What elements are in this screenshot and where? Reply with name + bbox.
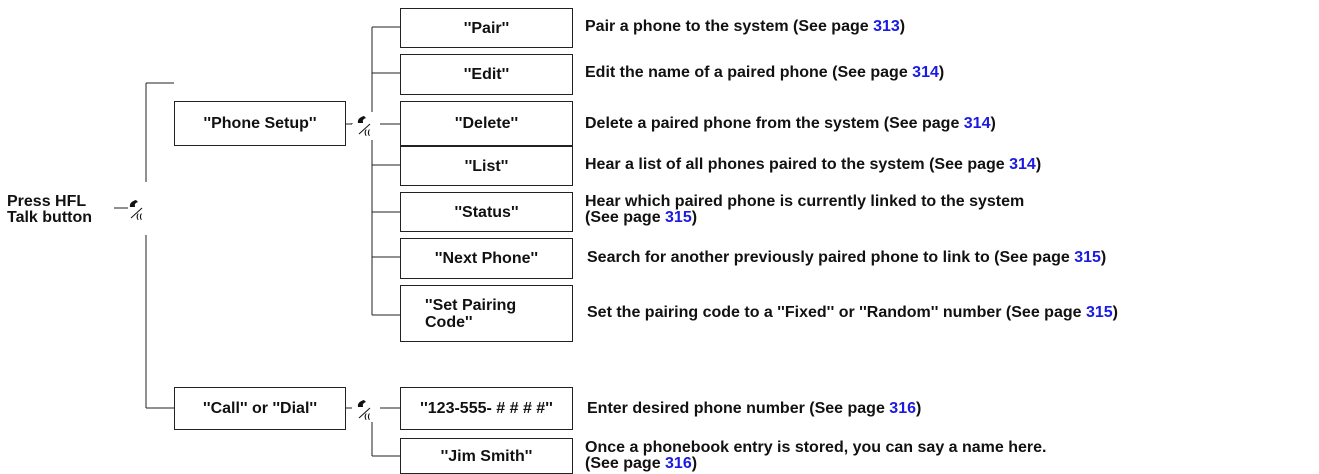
list-description-text: Hear a list of all phones paired to the … (585, 156, 1010, 173)
next-phone-command-label: ''Next Phone'' (434, 250, 539, 267)
name-page-link[interactable]: 316 (665, 455, 692, 472)
root-label: Press HFL Talk button (7, 194, 92, 226)
list-page-link[interactable]: 314 (1009, 156, 1036, 173)
root-label-line2: Talk button (7, 209, 93, 226)
name-description-line1: Once a phonebook entry is stored, you ca… (585, 439, 1047, 456)
phone-setup-label: ''Phone Setup'' (203, 115, 317, 132)
set-pairing-code-description: Set the pairing code to a ''Fixed'' or '… (587, 305, 1118, 321)
number-description-end: ) (916, 400, 922, 417)
list-description: Hear a list of all phones paired to the … (585, 157, 1041, 173)
delete-description-text: Delete a paired phone from the system (S… (585, 115, 964, 132)
edit-command-node: ''Edit'' (400, 54, 573, 95)
name-description: Once a phonebook entry is stored, you ca… (585, 440, 1046, 472)
pair-description-text: Pair a phone to the system (See page (585, 18, 874, 35)
status-description-line1: Hear which paired phone is currently lin… (585, 193, 1025, 210)
name-command-label: ''Jim Smith'' (440, 447, 533, 465)
delete-description: Delete a paired phone from the system (S… (585, 116, 996, 132)
status-page-link[interactable]: 315 (665, 209, 692, 226)
edit-page-link[interactable]: 314 (912, 64, 939, 81)
talk-button-icon: (( (129, 200, 142, 221)
edit-description: Edit the name of a paired phone (See pag… (585, 65, 944, 81)
pair-description-end: ) (899, 18, 906, 35)
status-command-node: ''Status'' (400, 192, 573, 232)
set-pairing-code-label-line1: ''Set Pairing (425, 296, 517, 314)
phone-setup-node: ''Phone Setup'' (174, 101, 346, 146)
name-description-text: (See page (585, 455, 666, 472)
edit-command-label: ''Edit'' (463, 66, 510, 83)
list-command-node: ''List'' (400, 146, 573, 186)
list-command-label: ''List'' (464, 157, 509, 175)
set-pairing-code-description-end: ) (1112, 304, 1118, 321)
next-phone-description-text: Search for another previously paired pho… (587, 249, 1075, 266)
status-description-text: (See page (585, 209, 666, 226)
number-command-node: ''123-555- # # # #'' (400, 387, 573, 430)
number-page-link[interactable]: 316 (889, 400, 916, 417)
name-description-end: ) (691, 455, 698, 472)
number-description-text: Enter desired phone number (See page (587, 400, 890, 417)
status-description: Hear which paired phone is currently lin… (585, 194, 1024, 226)
set-pairing-code-description-text: Set the pairing code to a ''Fixed'' or '… (587, 304, 1086, 321)
set-pairing-code-command-node: ''Set Pairing Code'' (400, 285, 573, 342)
next-phone-description-end: ) (1100, 249, 1107, 266)
edit-description-text: Edit the name of a paired phone (See pag… (585, 64, 913, 81)
edit-description-end: ) (938, 64, 945, 81)
talk-button-icon: (( (357, 116, 370, 137)
delete-page-link[interactable]: 314 (964, 115, 991, 132)
pair-command-node: ''Pair'' (400, 8, 573, 48)
svg-text:((: (( (136, 213, 142, 221)
list-description-end: ) (1035, 156, 1042, 173)
call-dial-label: ''Call'' or ''Dial'' (202, 400, 317, 417)
name-command-node: ''Jim Smith'' (400, 438, 573, 474)
next-phone-command-node: ''Next Phone'' (400, 238, 573, 279)
talk-button-icon: (( (357, 400, 370, 421)
svg-text:((: (( (364, 413, 370, 421)
root-label-line1: Press HFL (7, 193, 87, 210)
status-command-label: ''Status'' (454, 203, 519, 221)
status-description-end: ) (691, 209, 698, 226)
next-phone-description: Search for another previously paired pho… (587, 250, 1106, 266)
number-command-label: ''123-555- # # # #'' (420, 400, 553, 417)
set-pairing-code-label-line2: Code'' (425, 313, 473, 331)
delete-command-label: ''Delete'' (454, 115, 519, 132)
pair-description: Pair a phone to the system (See page 313… (585, 19, 905, 35)
svg-text:((: (( (364, 129, 370, 137)
set-pairing-code-page-link[interactable]: 315 (1086, 304, 1113, 321)
pair-page-link[interactable]: 313 (873, 18, 900, 35)
delete-command-node: ''Delete'' (400, 101, 573, 146)
pair-command-label: ''Pair'' (463, 19, 510, 37)
delete-description-end: ) (990, 115, 996, 132)
next-phone-page-link[interactable]: 315 (1074, 249, 1101, 266)
call-dial-node: ''Call'' or ''Dial'' (174, 387, 346, 430)
number-description: Enter desired phone number (See page 316… (587, 401, 921, 417)
